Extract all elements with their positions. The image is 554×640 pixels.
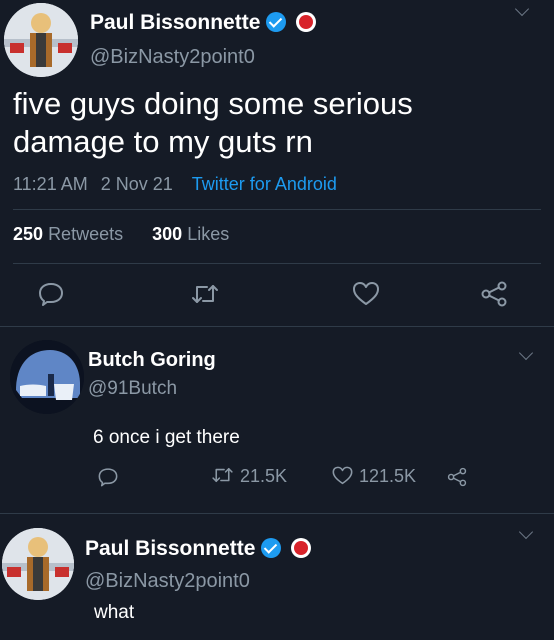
retweet-action[interactable]: 21.5K <box>210 464 287 487</box>
avatar-image <box>2 528 74 600</box>
retweet-icon[interactable] <box>189 280 221 308</box>
tweet-time: 11:21 AM <box>13 174 88 194</box>
tweet-text-line-1: five guys doing some serious <box>13 86 413 121</box>
reply-icon[interactable] <box>37 280 65 308</box>
chevron-down-icon[interactable] <box>514 1 530 17</box>
verified-badge-icon <box>266 12 287 32</box>
like-action[interactable]: 121.5K <box>331 464 416 487</box>
author-handle[interactable]: @BizNasty2point0 <box>90 46 255 69</box>
tweet-date: 2 Nov 21 <box>100 174 173 194</box>
tweet-text-line-2: damage to my guts rn <box>13 124 313 159</box>
reply-author-avatar[interactable] <box>2 528 74 600</box>
reply-text: what <box>94 602 135 623</box>
chevron-down-icon[interactable] <box>518 524 534 540</box>
like-icon <box>332 466 353 485</box>
like-icon[interactable] <box>351 279 381 307</box>
likes-stat[interactable]: 300 Likes <box>152 224 229 244</box>
retweets-label: Retweets <box>48 224 124 244</box>
retweet-count: 21.5K <box>240 466 288 486</box>
share-icon[interactable] <box>446 466 468 488</box>
share-icon[interactable] <box>479 280 509 308</box>
reply-author-name[interactable]: Butch Goring <box>88 349 216 372</box>
author-name[interactable]: Paul Bissonnette <box>90 11 260 34</box>
avatar-image <box>4 3 78 77</box>
tweet-source-link[interactable]: Twitter for Android <box>192 174 337 194</box>
divider <box>0 326 554 327</box>
reply-author-name[interactable]: Paul Bissonnette <box>85 537 255 560</box>
avatar-image <box>10 340 84 414</box>
barstool-badge-icon <box>291 538 312 558</box>
divider <box>13 263 541 264</box>
chevron-down-icon[interactable] <box>518 345 534 361</box>
reply-text: 6 once i get there <box>93 427 240 448</box>
reply-icon[interactable] <box>97 466 119 488</box>
divider <box>0 513 554 514</box>
reply-author-handle[interactable]: @BizNasty2point0 <box>85 570 250 593</box>
likes-label: Likes <box>187 224 230 244</box>
retweet-icon <box>212 467 233 483</box>
likes-count: 300 <box>152 224 183 244</box>
retweets-stat[interactable]: 250 Retweets <box>13 224 128 244</box>
barstool-badge-icon <box>296 12 317 32</box>
like-count: 121.5K <box>359 466 417 486</box>
reply-author-handle[interactable]: @91Butch <box>88 378 177 400</box>
reply-author-avatar[interactable] <box>10 340 84 414</box>
author-avatar[interactable] <box>4 3 78 77</box>
retweets-count: 250 <box>13 224 44 244</box>
divider <box>13 209 541 210</box>
verified-badge-icon <box>261 538 282 558</box>
